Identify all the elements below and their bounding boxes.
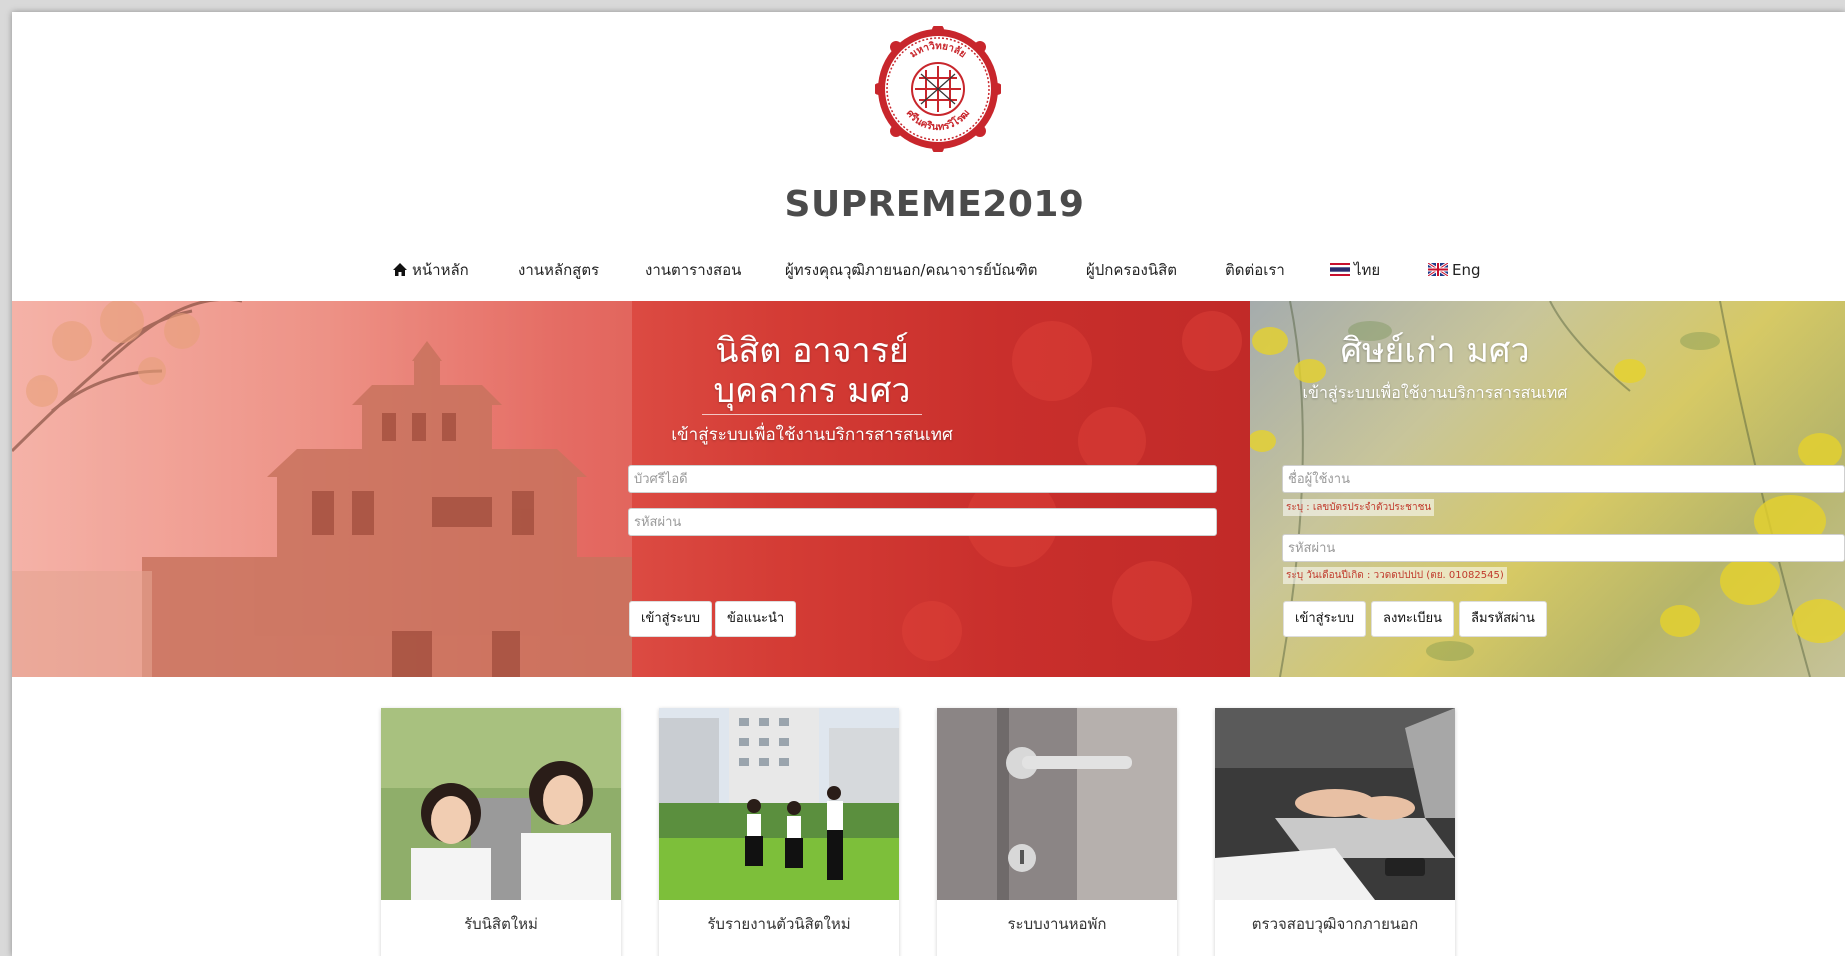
alumni-subheading: เข้าสู่ระบบเพื่อใช้งานบริการสารสนเทศ [1302,383,1568,402]
heading-divider [702,414,922,415]
alumni-password-input[interactable] [1282,534,1845,562]
thai-flag-icon [1330,262,1350,276]
card-external-verification[interactable]: ตรวจสอบวุฒิจากภายนอก [1215,708,1455,956]
door-handle-photo [937,708,1177,900]
buasri-id-input[interactable] [628,465,1217,493]
staff-help-button[interactable]: ข้อแนะนำ [715,601,797,637]
alumni-login-panel: ศิษย์เก่า มศว เข้าสู่ระบบเพื่อใช้งานบริก… [1250,301,1845,677]
staff-heading-line2: บุคลากร มศว [713,371,911,411]
staff-login-button[interactable]: เข้าสู่ระบบ [629,601,713,637]
main-nav: หน้าหลัก งานหลักสูตร งานตารางสอน ผู้ทรงค… [12,256,1845,284]
home-icon [393,262,407,276]
hero-banner: นิสิต อาจารย์ บุคลากร มศว เข้าสู่ระบบเพื… [12,301,1845,677]
alumni-username-hint: ระบุ : เลขบัตรประจำตัวประชาชน [1283,499,1435,516]
card-label: ระบบงานหอพัก [1007,915,1107,933]
card-label: ตรวจสอบวุฒิจากภายนอก [1251,915,1419,933]
staff-login-panel: นิสิต อาจารย์ บุคลากร มศว เข้าสู่ระบบเพื… [12,301,1250,677]
alumni-heading: ศิษย์เก่า มศว [1340,331,1530,371]
nav-item-curriculum[interactable]: งานหลักสูตร [518,256,599,284]
alumni-forgot-password-button[interactable]: ลืมรหัสผ่าน [1459,601,1547,637]
nav-item-thai[interactable]: ไทย [1330,256,1380,284]
laptop-typing-photo [1215,708,1455,900]
card-label: รับรายงานตัวนิสิตใหม่ [707,915,851,933]
staff-password-input[interactable] [628,508,1217,536]
nav-label: Eng [1452,261,1481,279]
card-label: รับนิสิตใหม่ [464,915,538,933]
alumni-password-hint: ระบุ วันเดือนปีเกิด : ววดดปปปป (ตย. 0108… [1283,567,1507,584]
site-title: SUPREME2019 [784,184,1085,225]
uk-flag-icon [1428,262,1448,276]
card-new-students[interactable]: รับนิสิตใหม่ [381,708,621,956]
alumni-login-button[interactable]: เข้าสู่ระบบ [1283,601,1367,637]
alumni-username-input[interactable] [1282,465,1845,493]
page: มหาวิทยาลัย ศรีนครินทรวิโรฒ SUPREME2019 … [12,12,1845,956]
nav-label: หน้าหลัก [412,261,469,279]
nav-item-timetable[interactable]: งานตารางสอน [645,256,741,284]
nav-item-parents[interactable]: ผู้ปกครองนิสิต [1086,256,1177,284]
campus-students-photo [659,708,899,900]
university-seal-logo: มหาวิทยาลัย ศรีนครินทรวิโรฒ [875,26,1001,152]
campus-building-illustration [12,301,632,677]
nav-item-english[interactable]: Eng [1428,256,1481,284]
alumni-register-button[interactable]: ลงทะเบียน [1371,601,1455,637]
card-dormitory[interactable]: ระบบงานหอพัก [937,708,1177,956]
nav-item-home[interactable]: หน้าหลัก [392,256,469,284]
card-new-student-report[interactable]: รับรายงานตัวนิสิตใหม่ [659,708,899,956]
staff-subheading: เข้าสู่ระบบเพื่อใช้งานบริการสารสนเทศ [671,425,953,445]
nav-label: ไทย [1354,261,1381,279]
nav-item-external-experts[interactable]: ผู้ทรงคุณวุฒิภายนอก/คณาจารย์บัณฑิต [785,256,1038,284]
nav-item-contact[interactable]: ติดต่อเรา [1225,256,1285,284]
students-photo [381,708,621,900]
